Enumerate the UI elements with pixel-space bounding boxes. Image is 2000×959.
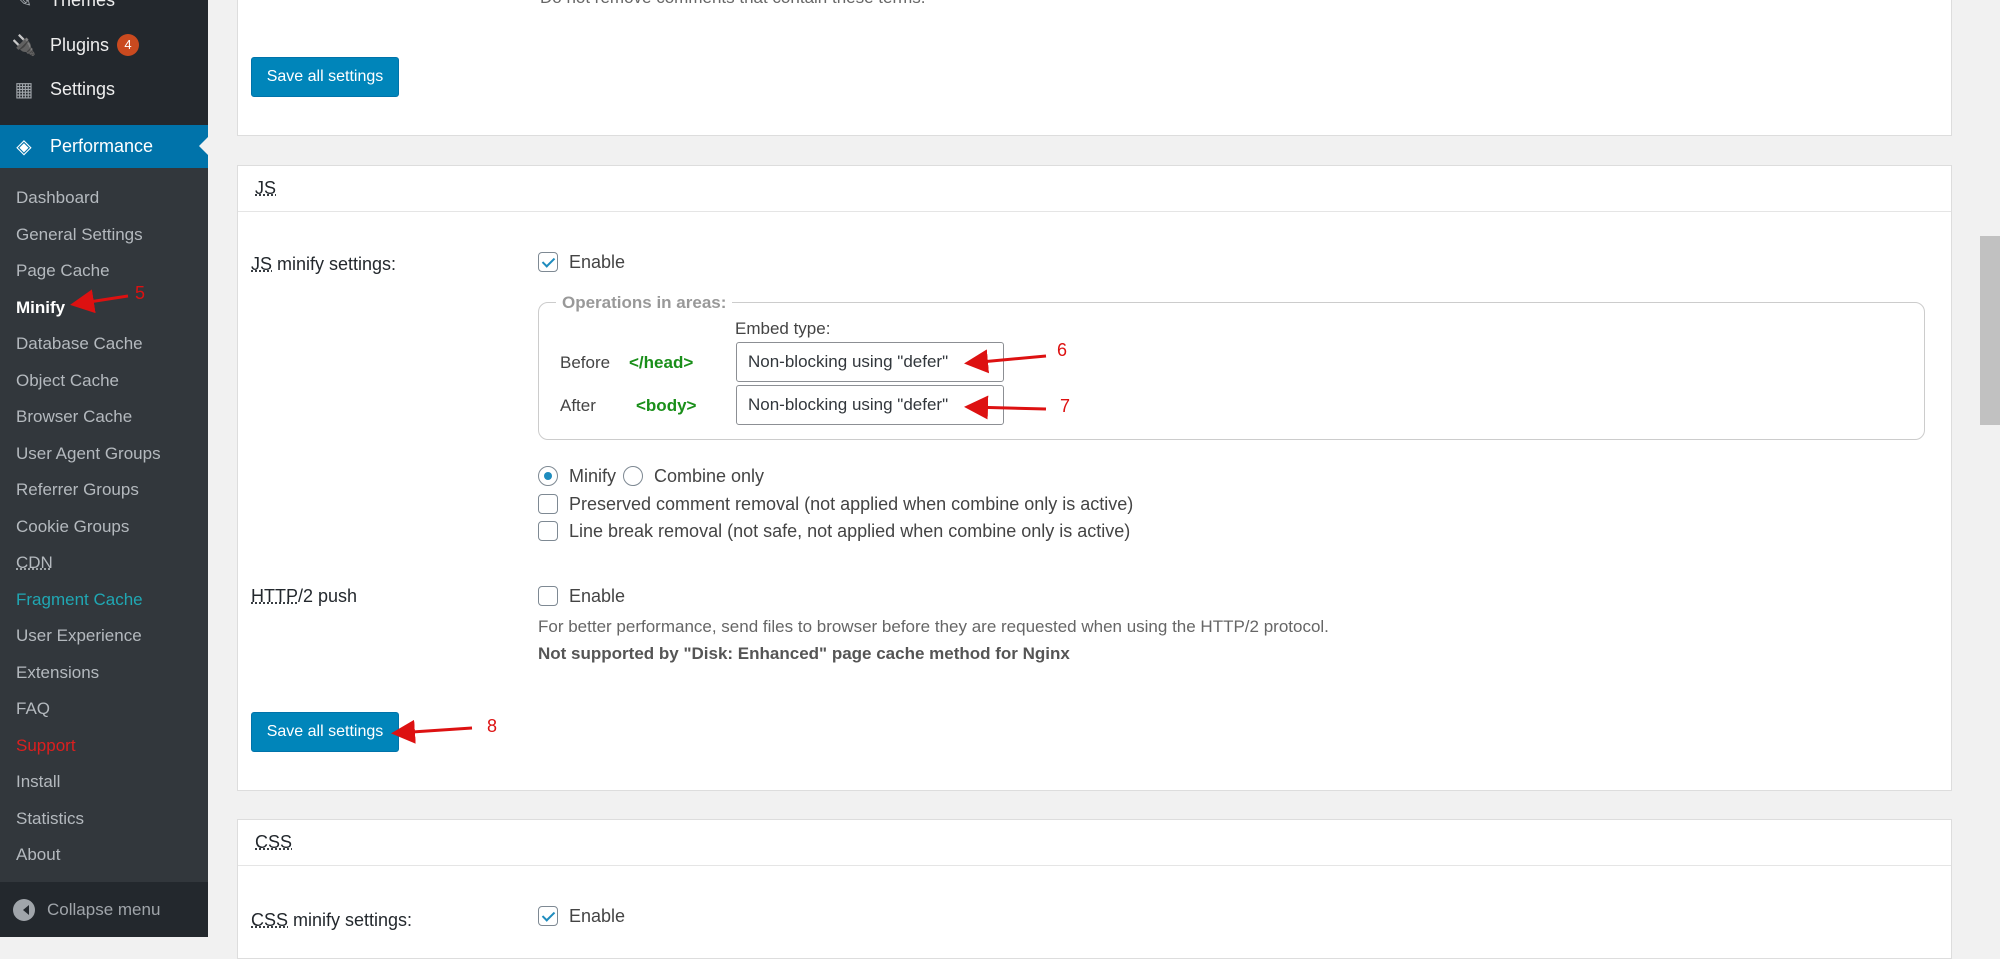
annotation-arrow xyxy=(964,349,1047,374)
annotation-arrow xyxy=(391,719,473,744)
annotation-number: 5 xyxy=(135,283,146,303)
annotation-overlay xyxy=(70,289,1047,744)
annotation-number: 6 xyxy=(1057,340,1068,360)
annotation-number: 8 xyxy=(487,716,498,736)
annotation-arrow xyxy=(964,395,1047,420)
annotation-number: 7 xyxy=(1060,396,1071,416)
annotation-arrow xyxy=(70,289,129,314)
